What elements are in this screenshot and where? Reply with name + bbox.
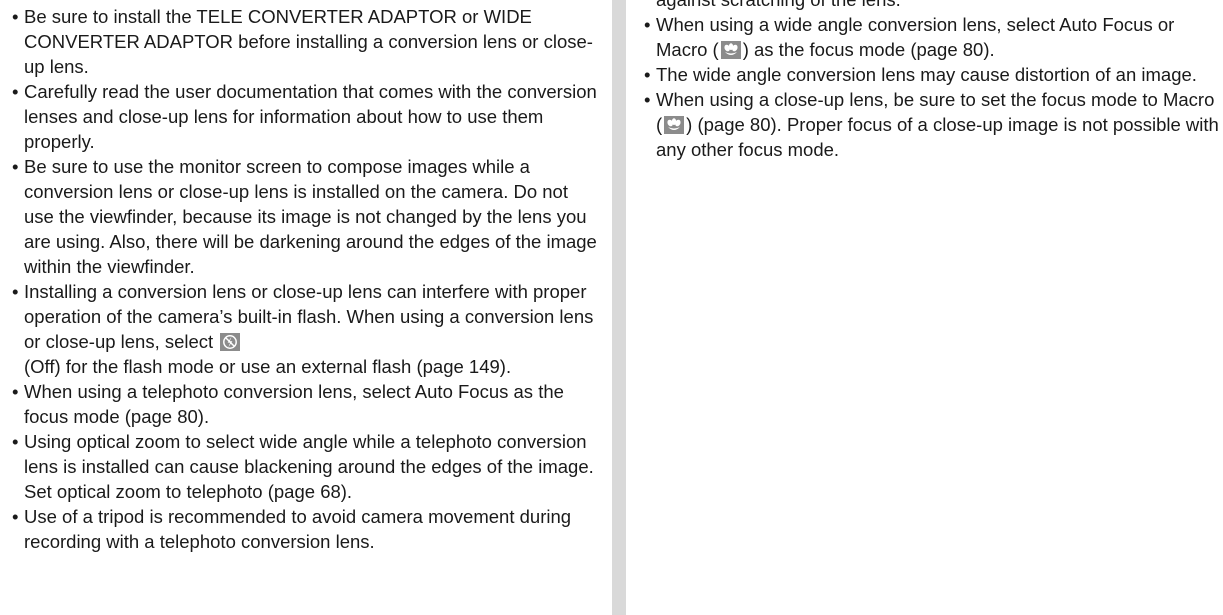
left-bullet-list: Be sure to install the TELE CONVERTER AD… <box>8 4 598 554</box>
bullet-flash-interference: Installing a conversion lens or close-up… <box>8 279 598 379</box>
macro-flower-icon <box>664 116 685 134</box>
column-divider <box>612 0 626 615</box>
bullet-telephoto-auto-focus: When using a telephoto conversion lens, … <box>8 379 598 429</box>
left-column: Be sure to install the TELE CONVERTER AD… <box>8 0 598 554</box>
right-bullet-list: against scratching of the lens. When usi… <box>640 0 1223 162</box>
flash-text-before: Installing a conversion lens or close-up… <box>24 281 594 352</box>
bullet-use-monitor-screen: Be sure to use the monitor screen to com… <box>8 154 598 279</box>
bullet-distortion: The wide angle conversion lens may cause… <box>640 62 1223 87</box>
flash-text-after: (Off) for the flash mode or use an exter… <box>24 356 512 377</box>
bullet-close-up-macro: When using a close-up lens, be sure to s… <box>640 87 1223 162</box>
wide-angle-text-after: ) as the focus mode (page 80). <box>742 39 995 60</box>
right-column: against scratching of the lens. When usi… <box>640 0 1223 162</box>
bullet-optical-zoom: Using optical zoom to select wide angle … <box>8 429 598 504</box>
bullet-install-adaptor: Be sure to install the TELE CONVERTER AD… <box>8 4 598 79</box>
bullet-tripod: Use of a tripod is recommended to avoid … <box>8 504 598 554</box>
bullet-wide-angle-focus: When using a wide angle conversion lens,… <box>640 12 1223 62</box>
flash-off-icon <box>220 333 241 351</box>
close-up-text-after: ) (page 80). Proper focus of a close-up … <box>656 114 1219 160</box>
macro-flower-icon <box>720 41 741 59</box>
bullet-read-documentation: Carefully read the user documentation th… <box>8 79 598 154</box>
continued-text-line: against scratching of the lens. <box>640 0 1223 12</box>
